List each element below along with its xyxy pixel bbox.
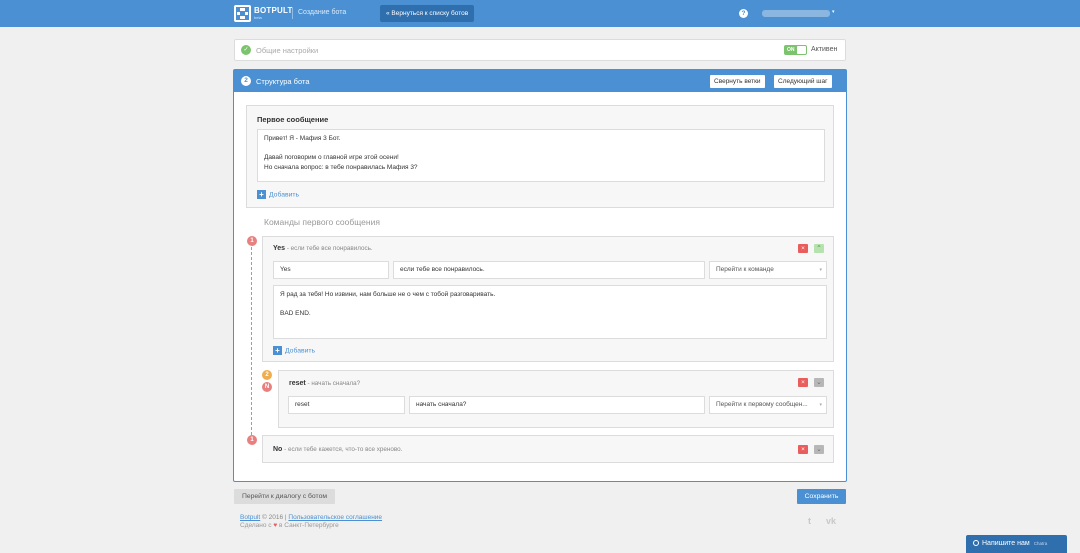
chevron-down-icon: ▾ xyxy=(819,267,822,273)
first-message-textarea[interactable]: Привет! Я - Мафия 3 Бот. Давай поговорим… xyxy=(257,129,825,182)
command-description: - если тебе все понравилось. xyxy=(285,245,373,252)
go-to-dialog-button[interactable]: Перейти к диалогу с ботом xyxy=(234,489,335,504)
top-navbar: BOTPULT beta Создание бота « Вернуться к… xyxy=(0,0,1080,27)
header-divider xyxy=(292,8,293,19)
chevron-down-icon: ▾ xyxy=(819,402,822,408)
command-card-no: No - если тебе кажется, что-то все хрено… xyxy=(262,435,834,463)
commands-section-title: Команды первого сообщения xyxy=(264,217,380,227)
first-message-title: Первое сообщение xyxy=(257,115,329,124)
footer-copyright: Botpult © 2016 | Пользовательское соглаш… xyxy=(240,514,382,521)
toggle-knob xyxy=(797,46,806,54)
command-name-text: Yes xyxy=(273,245,286,252)
first-message-box: Первое сообщение Привет! Я - Мафия 3 Бот… xyxy=(246,105,834,208)
command-name-text: No xyxy=(273,446,283,453)
command-reply-textarea[interactable]: Я рад за тебя! Но извини, нам больше не … xyxy=(273,285,827,339)
command-keyword-input[interactable]: Yes xyxy=(273,261,389,279)
chevron-up-icon[interactable]: ⌃ xyxy=(814,244,824,253)
add-command-reply-link[interactable]: + Добавить xyxy=(273,346,315,355)
add-label: Добавить xyxy=(285,347,316,355)
command-description: - начать сначала? xyxy=(305,380,361,387)
command-card-yes: Yes - если тебе все понравилось. × ⌃ Yes… xyxy=(262,236,834,362)
delete-icon[interactable]: × xyxy=(798,378,808,387)
twitter-icon[interactable]: t xyxy=(808,516,811,526)
bot-structure-panel: 2 Структура бота Свернуть ветки Следующи… xyxy=(233,69,847,482)
copyright-text: © 2016 | xyxy=(260,514,289,521)
chevron-down-icon[interactable]: ⌄ xyxy=(814,378,824,387)
command-phrase-input[interactable]: начать сначала? xyxy=(409,396,705,414)
bot-structure-header: 2 Структура бота Свернуть ветки Следующи… xyxy=(234,70,846,92)
chat-brand: Chatra xyxy=(1033,541,1048,546)
command-description: - если тебе кажется, что-то все хреново. xyxy=(282,446,403,453)
back-to-bots-button[interactable]: « Вернуться к списку ботов xyxy=(380,5,475,22)
user-agreement-link[interactable]: Пользовательское соглашение xyxy=(288,514,382,521)
command-badge: 1 xyxy=(247,435,257,445)
delete-icon[interactable]: × xyxy=(798,244,808,253)
toggle-on-label: ON xyxy=(787,47,795,53)
command-action-select[interactable]: Перейти к команде ▾ xyxy=(709,261,827,279)
step-number-badge: 2 xyxy=(241,76,251,86)
footer-made-with: Сделано с ♥ в Санкт-Петербурге xyxy=(240,522,339,529)
chat-icon xyxy=(973,540,979,547)
plus-icon: + xyxy=(273,346,282,355)
command-badge: 1 xyxy=(247,236,257,246)
chevron-down-icon[interactable]: ▾ xyxy=(832,9,835,15)
bot-structure-title: Структура бота xyxy=(256,77,310,86)
general-settings-title[interactable]: Общие настройки xyxy=(256,46,318,55)
branch-connector-line xyxy=(251,242,252,440)
botpult-link[interactable]: Botpult xyxy=(240,514,260,521)
chat-widget-button[interactable]: Напишите нам Chatra xyxy=(966,535,1067,553)
next-step-button[interactable]: Следующий шаг xyxy=(774,75,832,88)
add-label: Добавить xyxy=(269,191,300,199)
help-icon[interactable]: ? xyxy=(739,9,748,18)
command-badge: N xyxy=(262,382,272,392)
collapse-branches-button[interactable]: Свернуть ветки xyxy=(710,75,765,88)
botpult-logo-icon[interactable] xyxy=(234,5,251,22)
general-settings-panel[interactable]: ✓ Общие настройки ON Активен xyxy=(234,39,846,61)
command-phrase-input[interactable]: если тебе все понравилось. xyxy=(393,261,705,279)
made-prefix: Сделано с xyxy=(240,522,274,529)
command-card-reset: reset - начать сначала? × ⌄ reset начать… xyxy=(278,370,834,428)
check-icon: ✓ xyxy=(241,45,251,55)
add-first-message-link[interactable]: + Добавить xyxy=(257,190,299,199)
delete-icon[interactable]: × xyxy=(798,445,808,454)
command-action-select[interactable]: Перейти к первому сообщен... ▾ xyxy=(709,396,827,414)
save-button[interactable]: Сохранить xyxy=(797,489,846,504)
command-name-text: reset xyxy=(289,380,306,387)
command-action-value: Перейти к первому сообщен... xyxy=(716,401,808,408)
command-badge: 2 xyxy=(262,370,272,380)
command-name: Yes - если тебе все понравилось. xyxy=(273,245,373,252)
vk-icon[interactable]: vk xyxy=(826,516,836,526)
made-suffix: в Санкт-Петербурге xyxy=(277,522,339,529)
active-toggle[interactable]: ON xyxy=(784,45,807,55)
user-menu[interactable] xyxy=(762,10,830,17)
command-action-value: Перейти к команде xyxy=(716,266,774,273)
chevron-down-icon[interactable]: ⌄ xyxy=(814,445,824,454)
logo-text[interactable]: BOTPULT xyxy=(254,6,293,15)
plus-icon: + xyxy=(257,190,266,199)
chat-label: Напишите нам xyxy=(982,540,1030,547)
page-title: Создание бота xyxy=(298,9,347,16)
active-label: Активен xyxy=(811,46,838,53)
command-keyword-input[interactable]: reset xyxy=(288,396,405,414)
logo-subtitle: beta xyxy=(254,15,262,20)
command-name: reset - начать сначала? xyxy=(289,380,360,387)
command-name: No - если тебе кажется, что-то все хрено… xyxy=(273,446,402,453)
